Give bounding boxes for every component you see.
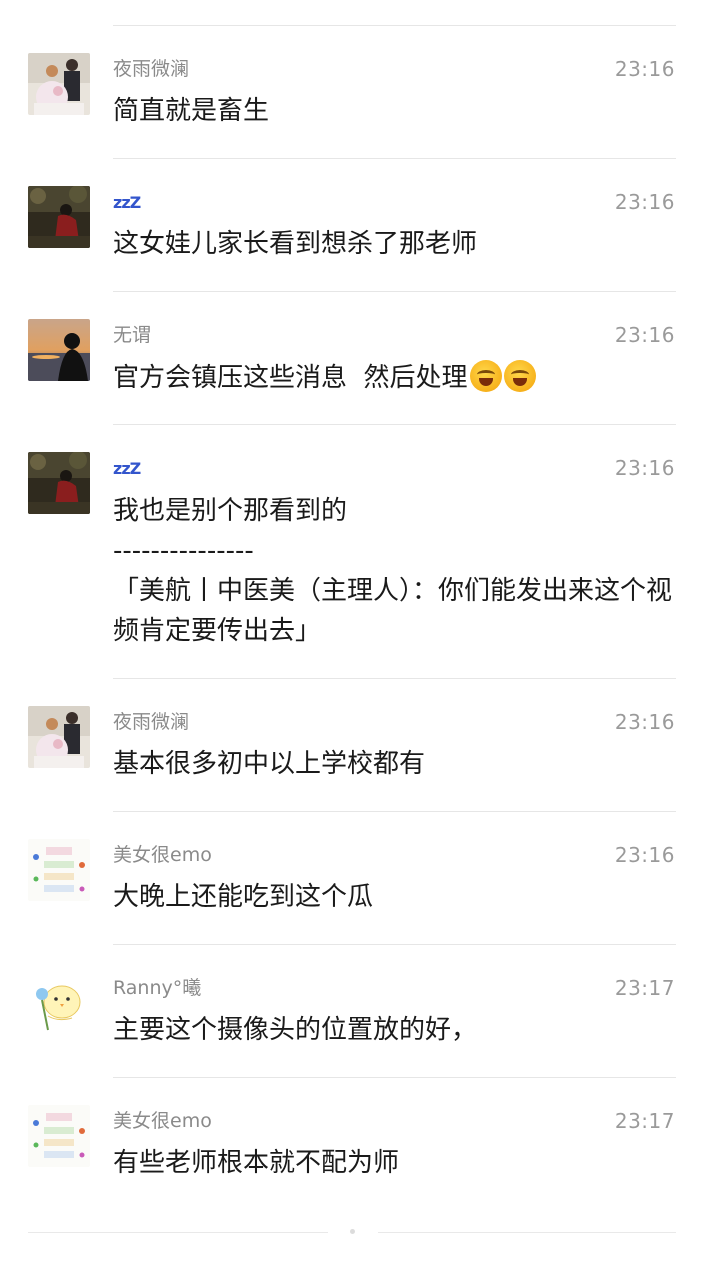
timestamp: 23:16: [614, 190, 675, 214]
comment-text: 我也是别个那看到的 --------------- 「美航丨中医美（主理人）：你…: [113, 496, 673, 646]
username[interactable]: 夜雨微澜: [113, 57, 189, 81]
comment-text-content: 官方会镇压这些消息 然后处理: [113, 363, 468, 393]
username[interactable]: 无谓: [113, 323, 151, 347]
username[interactable]: zzZ: [113, 190, 141, 215]
divider: [113, 1077, 676, 1078]
avatar[interactable]: [28, 452, 90, 514]
couple-photo-icon: [28, 706, 90, 768]
laugh-cry-emoji-icon: [503, 360, 536, 392]
timestamp: 23:16: [614, 456, 675, 480]
username[interactable]: 夜雨微澜: [113, 710, 189, 734]
timestamp: 23:16: [614, 57, 675, 81]
avatar[interactable]: [28, 186, 90, 248]
avatar[interactable]: [28, 53, 90, 115]
comment-text: 简直就是畜生: [113, 96, 270, 126]
chick-cartoon-avatar-icon: [28, 972, 90, 1034]
username[interactable]: Ranny°曦: [113, 976, 201, 1000]
woman-tree-photo-icon: [28, 186, 90, 248]
comment-text: 大晚上还能吃到这个瓜: [113, 882, 374, 912]
laugh-cry-emoji-icon: [469, 360, 502, 392]
zzz-sleep-icon: zzZ: [113, 459, 141, 478]
avatar[interactable]: [28, 319, 90, 381]
avatar[interactable]: [28, 1105, 90, 1167]
comment-text: 这女娃儿家长看到想杀了那老师: [113, 229, 478, 259]
divider: [113, 811, 676, 812]
timestamp: 23:16: [614, 710, 675, 734]
comment-text: 主要这个摄像头的位置放的好，: [113, 1015, 478, 1045]
avatar[interactable]: [28, 706, 90, 768]
username[interactable]: 美女很emo: [113, 843, 212, 867]
comment-text: 官方会镇压这些消息 然后处理: [113, 358, 678, 398]
timestamp: 23:16: [614, 843, 675, 867]
comment-thread-page: 夜雨微澜 23:16 简直就是畜生 zzZ 23:16 这女娃儿家长看到想杀了那…: [0, 0, 704, 1280]
bottom-divider-left: [28, 1232, 328, 1233]
zzz-sleep-icon: zzZ: [113, 193, 141, 212]
top-divider: [113, 25, 676, 26]
divider: [113, 678, 676, 679]
bottom-divider-right: [378, 1232, 676, 1233]
sunset-silhouette-photo-icon: [28, 319, 90, 381]
couple-photo-icon: [28, 53, 90, 115]
doodle-text-avatar-icon: [28, 1105, 90, 1167]
divider: [113, 944, 676, 945]
end-of-list-dot-icon: [350, 1229, 355, 1234]
divider: [113, 158, 676, 159]
doodle-text-avatar-icon: [28, 839, 90, 901]
divider: [113, 424, 676, 425]
username[interactable]: 美女很emo: [113, 1109, 212, 1133]
username[interactable]: zzZ: [113, 456, 141, 481]
divider: [113, 291, 676, 292]
comment-text: 基本很多初中以上学校都有: [113, 749, 426, 779]
avatar[interactable]: [28, 839, 90, 901]
comment-text: 有些老师根本就不配为师: [113, 1148, 400, 1178]
woman-tree-photo-icon: [28, 452, 90, 514]
timestamp: 23:17: [614, 976, 675, 1000]
timestamp: 23:17: [614, 1109, 675, 1133]
timestamp: 23:16: [614, 323, 675, 347]
avatar[interactable]: [28, 972, 90, 1034]
